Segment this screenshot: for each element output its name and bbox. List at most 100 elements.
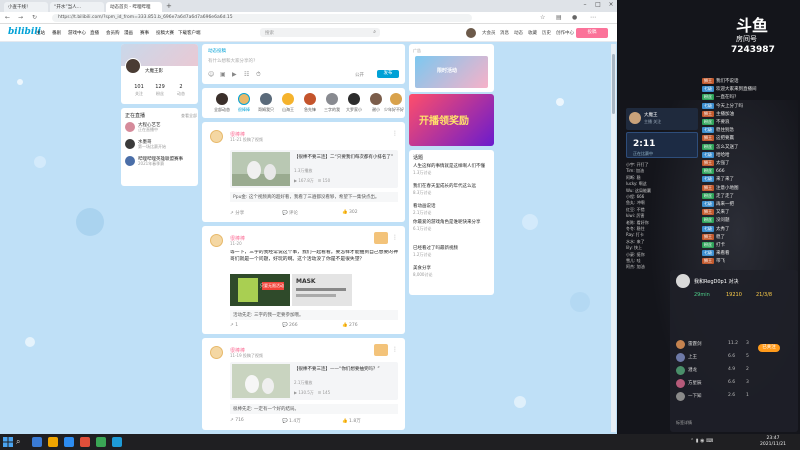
nav-item[interactable]: 赛事 (140, 30, 149, 36)
taskbar-app-icon[interactable] (112, 437, 122, 447)
search-icon[interactable]: ⌕ (373, 29, 376, 35)
page-scrollbar[interactable] (611, 44, 616, 432)
follow-button[interactable]: 已关注 (758, 344, 780, 352)
close-icon[interactable]: × (606, 1, 616, 10)
topic-item[interactable]: 你最爱的游戏角色是谁呢快来分享 6.1万讨论 (413, 220, 491, 232)
video-card[interactable]: 【很棒不要三连】二“只要我们每次都有小排名了” 1.3万播放 ▶ 167.8万 … (230, 150, 398, 188)
forward-icon[interactable]: → (18, 14, 23, 21)
back-icon[interactable]: ← (5, 14, 10, 21)
topic-item[interactable]: 美食分享 8,000讨论 (413, 266, 491, 278)
nav-history[interactable]: 历史 (542, 30, 551, 36)
taskbar-search-icon[interactable]: ⌕ (16, 437, 26, 447)
live-item[interactable]: 大程心艺艺 正在直播中 (125, 122, 195, 136)
post-author-avatar[interactable] (210, 130, 223, 143)
follow-avatar[interactable] (238, 93, 250, 105)
follow-avatar[interactable] (370, 93, 382, 105)
nav-messages[interactable]: 消息 (500, 30, 509, 36)
header-avatar[interactable] (466, 28, 476, 38)
topic-item[interactable]: 看动画说话 2.1万讨论 (413, 204, 491, 216)
menu-icon[interactable]: ⋯ (590, 14, 596, 21)
composer-tab[interactable]: 动态投稿 (208, 48, 226, 54)
nav-item[interactable]: 游戏中心 (68, 30, 86, 36)
post-image[interactable]: MASK (292, 274, 352, 306)
following-count[interactable]: 101 (129, 84, 149, 90)
fans-count[interactable]: 129 (150, 84, 170, 90)
profile-icon[interactable]: ● (572, 14, 577, 21)
nav-dynamics[interactable]: 动态 (514, 30, 523, 36)
topic-item[interactable]: 已经看过了吗最新视频 1.2万讨论 (413, 246, 491, 258)
post-author-avatar[interactable] (210, 346, 223, 359)
nav-creator-center[interactable]: 创作中心 (556, 30, 574, 36)
dynamics-count[interactable]: 2 (171, 84, 191, 90)
topic-item[interactable]: 我们在春天里成长的年代这么远 8.3万讨论 (413, 184, 491, 196)
live-item[interactable]: 水墨哥 第一场比赛开始 (125, 139, 195, 153)
user-avatar[interactable] (125, 58, 141, 74)
composer-input[interactable]: 有什么想和大家分享的? (208, 58, 255, 64)
taskbar-app-icon[interactable] (48, 437, 58, 447)
share-button[interactable]: ↗ 1 (230, 323, 238, 328)
nav-item[interactable]: 番剧 (52, 30, 61, 36)
share-button[interactable]: ↗ 716 (230, 418, 244, 423)
publish-button[interactable]: 发布 (377, 70, 399, 78)
nav-favorites[interactable]: 收藏 (528, 30, 537, 36)
share-button[interactable]: ↗ 分享 (230, 210, 244, 216)
more-options-icon[interactable]: ⋮ (392, 130, 398, 137)
emoji-icon[interactable]: ☺ (208, 71, 214, 78)
pk-player-row[interactable]: 上王 6.6 5 (676, 353, 794, 365)
follow-avatar[interactable] (282, 93, 294, 105)
post-author-avatar[interactable] (210, 234, 223, 247)
vote-icon[interactable]: ☷ (244, 71, 249, 78)
taskbar-app-icon[interactable] (32, 437, 42, 447)
nav-item[interactable]: 会员购 (106, 30, 120, 36)
taskbar-app-icon[interactable] (80, 437, 90, 447)
browser-tab-2[interactable]: “开水”当人… (50, 2, 104, 12)
pk-footer[interactable]: 标签详情 (676, 420, 692, 426)
post-image[interactable]: 只要无限活动 (230, 274, 290, 306)
favorites-icon[interactable]: ☆ (540, 14, 545, 21)
minimize-icon[interactable]: – (580, 1, 590, 10)
video-icon[interactable]: ▶ (232, 71, 237, 78)
visibility-select[interactable]: 公开 (355, 72, 364, 78)
nav-item[interactable]: 投稿大赛 (156, 30, 174, 36)
scrollbar-thumb[interactable] (612, 54, 615, 114)
like-button[interactable]: 👍 276 (342, 323, 358, 328)
pk-player-row[interactable]: 一下知 2.6 1 (676, 392, 794, 404)
user-name[interactable]: 大魔王影 (145, 68, 163, 74)
pk-player-row[interactable]: 潜龙 4.9 2 (676, 366, 794, 378)
reload-icon[interactable]: ↻ (32, 14, 37, 21)
follow-avatar[interactable] (348, 93, 360, 105)
live-see-all-link[interactable]: 查看全部 (181, 113, 197, 119)
comment-button[interactable]: 💬 1.4万 (282, 418, 301, 424)
follow-avatar[interactable] (216, 93, 228, 105)
follow-avatar[interactable] (326, 93, 338, 105)
follow-avatar[interactable] (260, 93, 272, 105)
more-options-icon[interactable]: ⋮ (392, 234, 398, 241)
taskbar-app-icon[interactable] (64, 437, 74, 447)
chevron-right-icon[interactable]: › (399, 98, 401, 105)
site-search-input[interactable]: 搜索 ⌕ (260, 28, 380, 37)
pk-player-row[interactable]: 方星辰 6.6 3 (676, 379, 794, 391)
nav-vip[interactable]: 大会员 (482, 30, 496, 36)
collections-icon[interactable]: ▤ (556, 14, 562, 21)
follow-avatar[interactable] (304, 93, 316, 105)
browser-tab-1[interactable]: 小查干线！ (4, 2, 48, 12)
upload-button[interactable]: 投稿 (576, 28, 608, 38)
comment-button[interactable]: 💬 评论 (282, 210, 298, 216)
nav-item[interactable]: 漫画 (124, 30, 133, 36)
topic-item[interactable]: 人生这样的事情就是这样啊人们不懂 1.3万讨论 (413, 164, 491, 176)
new-tab-icon[interactable]: + (166, 2, 172, 10)
download-client-link[interactable]: 下载客户端 (178, 30, 201, 36)
comment-button[interactable]: 💬 266 (282, 323, 298, 328)
image-icon[interactable]: ▣ (220, 71, 226, 78)
taskbar-app-icon[interactable] (96, 437, 106, 447)
taskbar-clock[interactable]: 23:47 2021/11/21 (756, 436, 790, 448)
schedule-icon[interactable]: ⏱ (256, 71, 261, 79)
ad-card[interactable]: 广告 限时活动 (409, 44, 494, 92)
tray-icons[interactable]: ⌃ ▮ ◉ ⌨ (690, 438, 713, 444)
more-options-icon[interactable]: ⋮ (392, 346, 398, 353)
video-card[interactable]: 【很棒不要三连】——“你们想要抽奖吗？” 2.1万播放 ▶ 130.5万 ☰ 1… (230, 362, 398, 400)
like-button[interactable]: 👍 1.8万 (342, 418, 361, 424)
windows-start-icon[interactable] (3, 437, 13, 447)
ad-card[interactable]: 开播领奖励 (409, 94, 494, 146)
maximize-icon[interactable]: □ (593, 1, 603, 10)
